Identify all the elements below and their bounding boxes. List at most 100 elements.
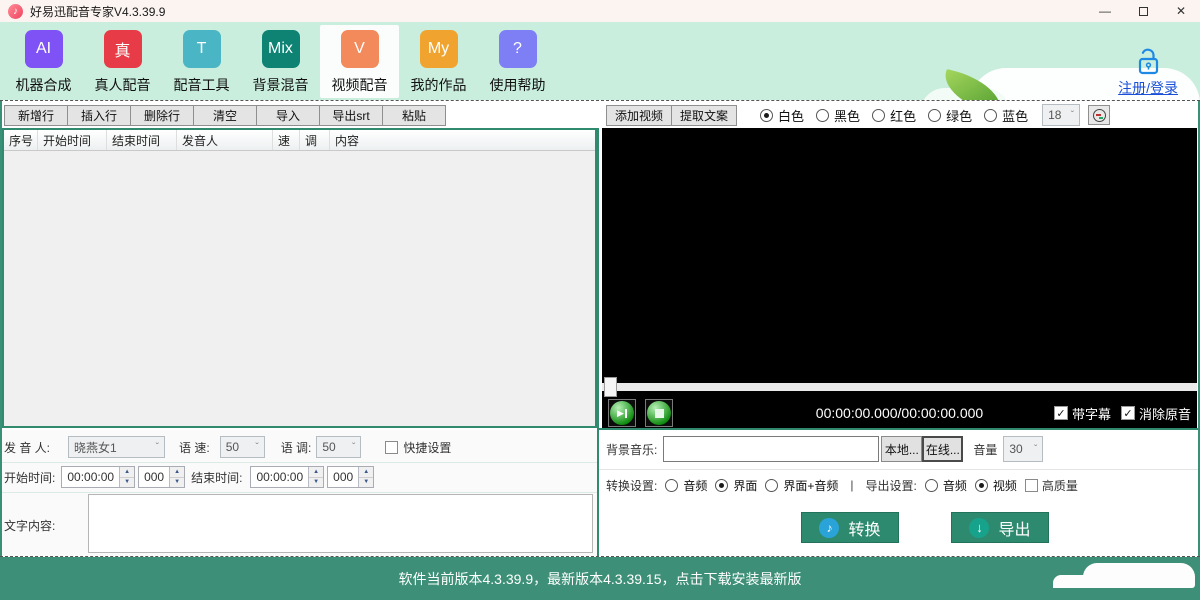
subtitle-table[interactable]: 序号 开始时间 结束时间 发音人 速 调 内容: [2, 128, 597, 428]
subtitle-color-blue-radio[interactable]: 蓝色: [984, 106, 1028, 125]
spin-up-icon[interactable]: ▲: [120, 467, 134, 478]
spin-down-icon[interactable]: ▼: [309, 478, 323, 488]
online-music-button[interactable]: 在线...: [922, 436, 963, 462]
export-settings-label: 导出设置:: [866, 477, 917, 494]
column-header-rate: 速: [273, 130, 300, 150]
maximize-button[interactable]: [1124, 0, 1162, 22]
convert-button-label: 转换: [848, 516, 880, 540]
export-button-label: 导出: [998, 516, 1030, 540]
end-time-input[interactable]: 00:00:00 ▲▼: [250, 466, 324, 488]
local-music-button[interactable]: 本地...: [881, 436, 922, 462]
right-panel-divider: [597, 428, 1198, 430]
convert-button[interactable]: ♪ 转换: [801, 512, 899, 543]
checkbox-checked-icon: ✓: [1121, 406, 1135, 420]
time-row: 开始时间: 00:00:00 ▲▼ 000 ▲▼ 结束时间: 00:00:00 …: [4, 464, 594, 490]
spin-down-icon[interactable]: ▼: [120, 478, 134, 488]
lock-icon: [1135, 46, 1161, 76]
subtitle-color-red-radio[interactable]: 红色: [872, 106, 916, 125]
cloud-decoration-small: [1053, 575, 1095, 588]
close-button[interactable]: ✕: [1162, 0, 1200, 22]
export-button[interactable]: ↓ 导出: [951, 512, 1049, 543]
seek-slider[interactable]: [602, 383, 1197, 391]
row-separator: [2, 492, 597, 493]
chevron-down-icon: ˇ: [1028, 444, 1037, 455]
video-screen[interactable]: ▶ 00:00:00.000/00:00:00.000 ✓ 带字幕 ✓ 消除原音: [602, 128, 1197, 428]
spin-up-icon[interactable]: ▲: [309, 467, 323, 478]
title-bar: ♪ 好易迅配音专家V4.3.39.9 — ✕: [0, 0, 1200, 22]
export-video-radio[interactable]: 视频: [975, 477, 1017, 494]
nav-label: 视频配音: [332, 75, 388, 95]
delete-row-button[interactable]: 删除行: [130, 105, 194, 126]
font-effect-button[interactable]: [1088, 105, 1110, 125]
convert-ui-audio-radio[interactable]: 界面+音频: [765, 477, 838, 494]
nav-item-my-works[interactable]: My 我的作品: [399, 25, 478, 98]
spinner-buttons[interactable]: ▲▼: [119, 467, 134, 487]
checkbox-checked-icon: ✓: [1054, 406, 1068, 420]
add-row-button[interactable]: 新增行: [4, 105, 68, 126]
paste-button[interactable]: 粘贴: [382, 105, 446, 126]
radio-icon: [872, 109, 885, 122]
pitch-value: 50: [322, 440, 335, 454]
high-quality-checkbox[interactable]: [1025, 479, 1038, 492]
remove-original-audio-label: 消除原音: [1139, 404, 1191, 423]
action-buttons: ♪ 转换 ↓ 导出: [801, 512, 1049, 543]
end-ms-input[interactable]: 000 ▲▼: [327, 466, 374, 488]
export-audio-radio[interactable]: 音频: [925, 477, 967, 494]
nav-item-dubbing-tools[interactable]: T 配音工具: [162, 25, 241, 98]
slider-thumb[interactable]: [604, 377, 617, 397]
font-size-select[interactable]: 18 ˇ: [1042, 104, 1080, 126]
convert-ui-radio[interactable]: 界面: [715, 477, 757, 494]
chevron-down-icon: ˇ: [249, 442, 258, 453]
convert-audio-radio[interactable]: 音频: [665, 477, 707, 494]
start-time-input[interactable]: 00:00:00 ▲▼: [61, 466, 135, 488]
clear-button[interactable]: 清空: [193, 105, 257, 126]
background-music-input[interactable]: [663, 436, 879, 462]
nav-item-background-mix[interactable]: Mix 背景混音: [241, 25, 320, 98]
main-nav: AI 机器合成 真 真人配音 T 配音工具 Mix 背景混音 V 视频配音 My…: [4, 25, 557, 98]
export-srt-button[interactable]: 导出srt: [319, 105, 383, 126]
nav-item-human-voice[interactable]: 真 真人配音: [83, 25, 162, 98]
spin-up-icon[interactable]: ▲: [170, 467, 184, 478]
start-ms-input[interactable]: 000 ▲▼: [138, 466, 185, 488]
nav-item-help[interactable]: ? 使用帮助: [478, 25, 557, 98]
extract-text-button[interactable]: 提取文案: [671, 105, 737, 126]
background-music-row: 背景音乐: 本地... 在线... 音量 30 ˇ: [606, 434, 1196, 464]
remove-original-audio-checkbox[interactable]: ✓ 消除原音: [1121, 404, 1191, 423]
subtitle-color-white-radio[interactable]: 白色: [760, 106, 804, 125]
import-button[interactable]: 导入: [256, 105, 320, 126]
nav-label: 背景混音: [253, 75, 309, 95]
spinner-buttons[interactable]: ▲▼: [358, 467, 373, 487]
speaker-label: 发 音 人:: [4, 439, 50, 456]
dubbing-tools-icon: T: [183, 30, 221, 68]
stop-button[interactable]: [645, 399, 673, 427]
play-button[interactable]: ▶: [608, 399, 636, 427]
nav-item-video-dubbing[interactable]: V 视频配音: [320, 25, 399, 98]
version-status-text[interactable]: 软件当前版本4.3.39.9，最新版本4.3.39.15，点击下载安装最新版: [399, 569, 802, 589]
add-video-button[interactable]: 添加视频: [606, 105, 672, 126]
minimize-button[interactable]: —: [1086, 0, 1124, 22]
text-content-input[interactable]: [88, 494, 593, 553]
quick-setting-checkbox[interactable]: [385, 441, 398, 454]
rate-select[interactable]: 50 ˇ: [220, 436, 265, 458]
spinner-buttons[interactable]: ▲▼: [169, 467, 184, 487]
speaker-select[interactable]: 晓燕女1 ˇ: [68, 436, 165, 458]
login-area: 注册/登录: [1118, 46, 1178, 98]
volume-select[interactable]: 30 ˇ: [1003, 436, 1043, 462]
subtitle-color-black-radio[interactable]: 黑色: [816, 106, 860, 125]
with-subtitle-checkbox[interactable]: ✓ 带字幕: [1054, 404, 1111, 423]
chevron-down-icon: ˇ: [346, 442, 355, 453]
spin-down-icon[interactable]: ▼: [359, 478, 373, 488]
insert-row-button[interactable]: 插入行: [67, 105, 131, 126]
subtitle-color-green-radio[interactable]: 绿色: [928, 106, 972, 125]
spin-down-icon[interactable]: ▼: [170, 478, 184, 488]
nav-label: 我的作品: [411, 75, 467, 95]
column-header-index: 序号: [4, 130, 38, 150]
spinner-buttons[interactable]: ▲▼: [308, 467, 323, 487]
pitch-select[interactable]: 50 ˇ: [316, 436, 361, 458]
spin-up-icon[interactable]: ▲: [359, 467, 373, 478]
login-link[interactable]: 注册/登录: [1118, 78, 1178, 98]
row-toolbar: 新增行 插入行 删除行 清空 导入 导出srt 粘贴: [4, 105, 445, 126]
rate-value: 50: [226, 440, 239, 454]
with-subtitle-label: 带字幕: [1072, 404, 1111, 423]
nav-item-machine-synthesis[interactable]: AI 机器合成: [4, 25, 83, 98]
